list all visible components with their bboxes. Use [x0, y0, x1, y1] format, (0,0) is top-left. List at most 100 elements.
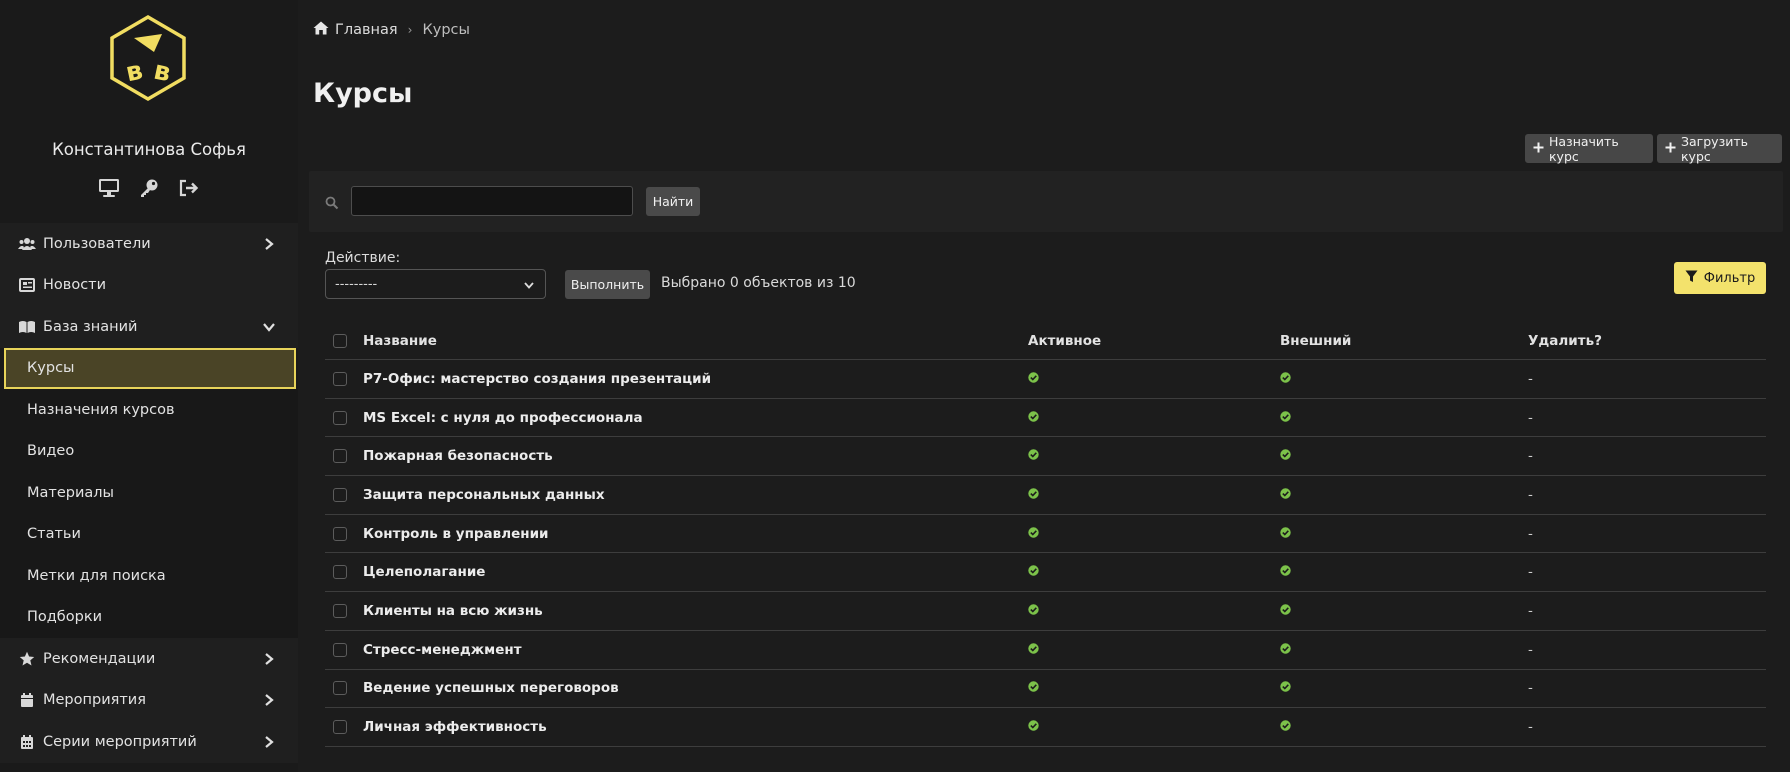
sidebar-item-label: Метки для поиска — [27, 567, 166, 584]
active-check-icon — [1028, 642, 1039, 658]
chevron-right-icon — [262, 652, 276, 666]
newspaper-icon — [18, 277, 36, 293]
sidebar-item-knowledge-base[interactable]: База знаний — [0, 306, 298, 348]
delete-value: - — [1528, 448, 1533, 465]
course-name-link[interactable]: Клиенты на всю жизнь — [363, 603, 543, 619]
filter-label: Фильтр — [1703, 270, 1756, 286]
sidebar-item-users[interactable]: Пользователи — [0, 223, 298, 265]
external-check-icon — [1280, 564, 1291, 580]
search-panel: Найти — [309, 171, 1783, 232]
column-header-name[interactable]: Название — [363, 333, 437, 349]
chevron-down-icon — [262, 320, 276, 334]
course-name-link[interactable]: Защита персональных данных — [363, 487, 605, 503]
sidebar-item-label: Новости — [43, 277, 107, 294]
course-name-link[interactable]: Личная эффективность — [363, 719, 547, 735]
course-name-link[interactable]: Пожарная безопасность — [363, 448, 553, 464]
run-action-button[interactable]: Выполнить — [565, 270, 650, 299]
key-icon[interactable] — [137, 177, 161, 199]
column-header-active[interactable]: Активное — [1028, 333, 1101, 349]
star-icon — [18, 651, 36, 667]
column-header-delete: Удалить? — [1528, 332, 1602, 349]
active-check-icon — [1028, 680, 1039, 696]
filter-icon — [1685, 270, 1698, 287]
action-selected-value: --------- — [335, 276, 378, 292]
sidebar-item-label: Назначения курсов — [27, 401, 175, 418]
sidebar-item-materials[interactable]: Материалы — [0, 472, 298, 514]
breadcrumb: Главная › Курсы — [313, 21, 470, 39]
sidebar-item-collections[interactable]: Подборки — [0, 596, 298, 638]
plus-icon — [1533, 141, 1544, 156]
sidebar-item-label: База знаний — [43, 318, 138, 335]
svg-text:в: в — [151, 56, 173, 89]
search-input[interactable] — [351, 186, 633, 216]
row-checkbox[interactable] — [333, 720, 347, 735]
sidebar-item-label: Статьи — [27, 526, 81, 543]
monitor-icon[interactable] — [97, 177, 121, 199]
logo-icon[interactable]: в в — [104, 14, 192, 102]
course-name-link[interactable]: Стресс-менеджмент — [363, 642, 522, 658]
table-row: Личная эффективность - — [325, 708, 1766, 747]
sidebar-item-label: Видео — [27, 443, 75, 460]
sidebar-item-event-series[interactable]: Серии мероприятий — [0, 721, 298, 763]
sidebar-item-articles[interactable]: Статьи — [0, 513, 298, 555]
external-check-icon — [1280, 410, 1291, 426]
course-name-link[interactable]: Р7-Офис: мастерство создания презентаций — [363, 371, 711, 387]
sidebar-item-recommendations[interactable]: Рекомендации — [0, 638, 298, 680]
sidebar-item-video[interactable]: Видео — [0, 430, 298, 472]
external-check-icon — [1280, 680, 1291, 696]
row-checkbox[interactable] — [333, 642, 347, 657]
delete-value: - — [1528, 409, 1533, 426]
course-name-link[interactable]: Ведение успешных переговоров — [363, 680, 619, 696]
delete-value: - — [1528, 680, 1533, 697]
select-all-checkbox[interactable] — [333, 333, 347, 348]
sidebar-nav: Пользователи Новости База знаний Курсы Н… — [0, 223, 298, 763]
row-checkbox[interactable] — [333, 487, 347, 502]
active-check-icon — [1028, 487, 1039, 503]
assign-course-button[interactable]: Назначить курс — [1525, 133, 1653, 164]
sidebar-item-label: Рекомендации — [43, 650, 156, 667]
sidebar-item-label: Мероприятия — [43, 692, 146, 709]
course-name-link[interactable]: MS Excel: с нуля до профессионала — [363, 410, 643, 426]
row-checkbox[interactable] — [333, 526, 347, 541]
table-row: Стресс-менеджмент - — [325, 631, 1766, 670]
home-icon[interactable] — [313, 21, 329, 39]
active-check-icon — [1028, 448, 1039, 464]
delete-value: - — [1528, 370, 1533, 387]
table-row: Клиенты на всю жизнь - — [325, 592, 1766, 631]
external-check-icon — [1280, 371, 1291, 387]
row-checkbox[interactable] — [333, 565, 347, 580]
table-row: Контроль в управлении - — [325, 515, 1766, 554]
row-checkbox[interactable] — [333, 371, 347, 386]
user-name: Константинова Софья — [52, 140, 246, 159]
course-name-link[interactable]: Целеполагание — [363, 564, 485, 580]
row-checkbox[interactable] — [333, 603, 347, 618]
breadcrumb-home-link[interactable]: Главная — [335, 22, 398, 38]
table-row: Защита персональных данных - — [325, 476, 1766, 515]
sidebar-item-course-assignments[interactable]: Назначения курсов — [0, 389, 298, 431]
course-name-link[interactable]: Контроль в управлении — [363, 526, 549, 542]
external-check-icon — [1280, 448, 1291, 464]
external-check-icon — [1280, 719, 1291, 735]
row-checkbox[interactable] — [333, 410, 347, 425]
page-title: Курсы — [313, 78, 413, 109]
column-header-external[interactable]: Внешний — [1280, 333, 1351, 349]
sidebar-item-search-tags[interactable]: Метки для поиска — [0, 555, 298, 597]
table-row: Пожарная безопасность - — [325, 437, 1766, 477]
svg-text:в: в — [123, 56, 145, 89]
row-checkbox[interactable] — [333, 681, 347, 696]
row-checkbox[interactable] — [333, 449, 347, 464]
upload-course-button[interactable]: Загрузить курс — [1657, 134, 1782, 164]
search-button[interactable]: Найти — [646, 187, 700, 216]
sidebar-item-events[interactable]: Мероприятия — [0, 679, 298, 721]
action-select[interactable]: --------- — [325, 269, 546, 299]
action-label: Действие: — [325, 250, 401, 266]
logout-icon[interactable] — [177, 177, 201, 199]
assign-course-label: Назначить курс — [1549, 133, 1619, 164]
sidebar-item-news[interactable]: Новости — [0, 264, 298, 306]
sidebar-item-label: Пользователи — [43, 235, 151, 252]
delete-value: - — [1528, 719, 1533, 736]
sidebar-item-courses[interactable]: Курсы — [4, 347, 296, 389]
filter-button[interactable]: Фильтр — [1674, 262, 1766, 294]
table-header: Название Активное Внешний Удалить? — [325, 322, 1766, 360]
external-check-icon — [1280, 487, 1291, 503]
